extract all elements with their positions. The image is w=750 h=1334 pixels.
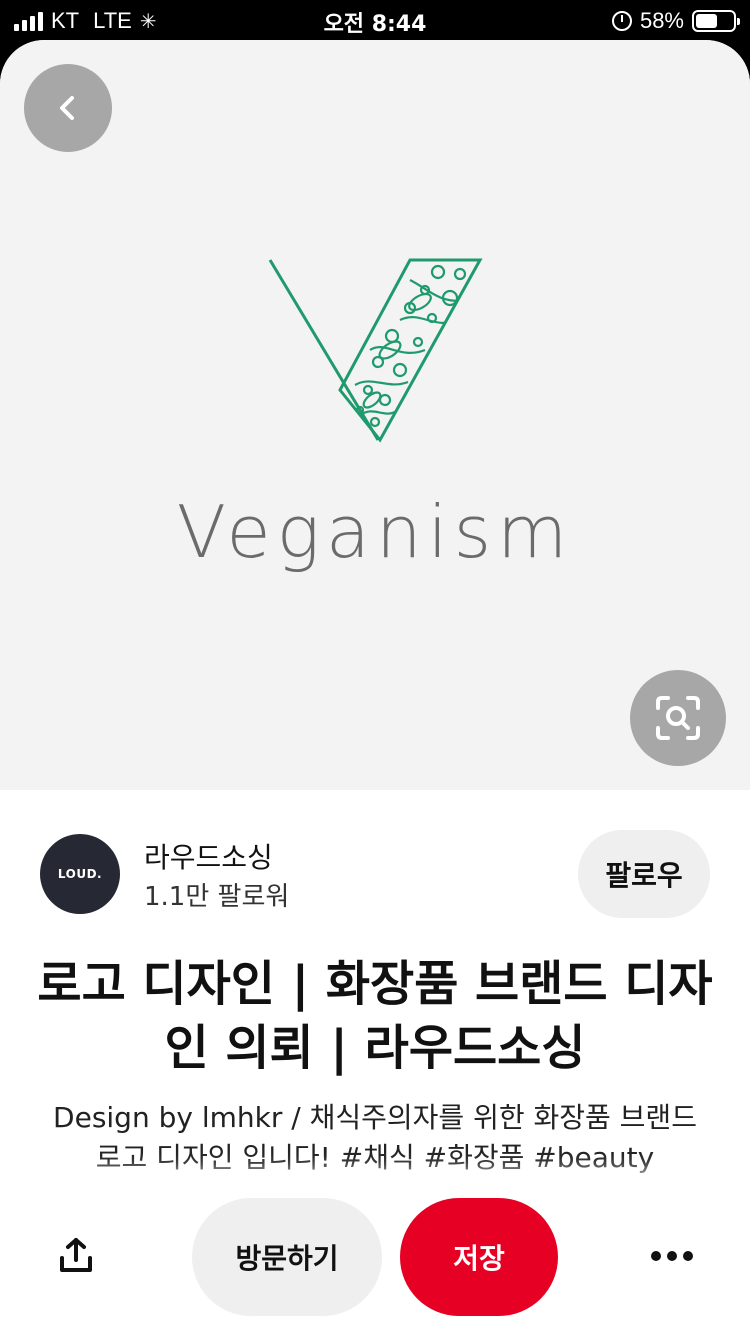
more-dot bbox=[683, 1251, 693, 1261]
save-button[interactable]: 저장 bbox=[400, 1198, 558, 1316]
creator-followers: 1.1만 팔로워 bbox=[144, 882, 290, 912]
more-horizontal-icon bbox=[651, 1251, 661, 1261]
status-right: 58% bbox=[611, 8, 740, 34]
more-button[interactable] bbox=[640, 1226, 704, 1286]
pin-image-wordmark: Veganism bbox=[176, 490, 574, 574]
follow-button[interactable]: 팔로우 bbox=[578, 830, 710, 918]
veganism-v-logo bbox=[268, 258, 483, 443]
status-bar: KT LTE ✳ 오전 8:44 58% bbox=[0, 0, 750, 40]
visit-button[interactable]: 방문하기 bbox=[192, 1198, 382, 1316]
pin-detail-sheet: Veganism LOUD. 라우드소싱 1.1만 팔로워 팔로우 로고 디자인… bbox=[0, 40, 750, 1334]
creator-row: LOUD. 라우드소싱 1.1만 팔로워 팔로우 bbox=[40, 830, 710, 924]
more-dot bbox=[667, 1251, 677, 1261]
alarm-icon bbox=[611, 11, 632, 31]
avatar[interactable]: LOUD. bbox=[40, 834, 120, 914]
pin-image[interactable]: Veganism bbox=[0, 40, 750, 790]
chevron-left-icon bbox=[60, 96, 74, 120]
action-bar: 방문하기 저장 bbox=[0, 1182, 750, 1334]
share-icon bbox=[60, 1238, 92, 1272]
visual-search-button[interactable] bbox=[630, 670, 726, 766]
battery-icon bbox=[692, 10, 740, 32]
battery-fill bbox=[696, 14, 717, 28]
battery-percent: 58% bbox=[639, 8, 684, 33]
pin-title: 로고 디자인 | 화장품 브랜드 디자인 의뢰 | 라우드소싱 bbox=[37, 956, 713, 1076]
back-button[interactable] bbox=[24, 64, 112, 152]
creator-name[interactable]: 라우드소싱 bbox=[144, 836, 273, 876]
pin-description: Design by lmhkr / 채식주의자를 위한 화장품 브랜드 로고 디… bbox=[53, 1101, 697, 1174]
visual-search-icon bbox=[656, 696, 700, 740]
share-button[interactable] bbox=[44, 1224, 108, 1288]
